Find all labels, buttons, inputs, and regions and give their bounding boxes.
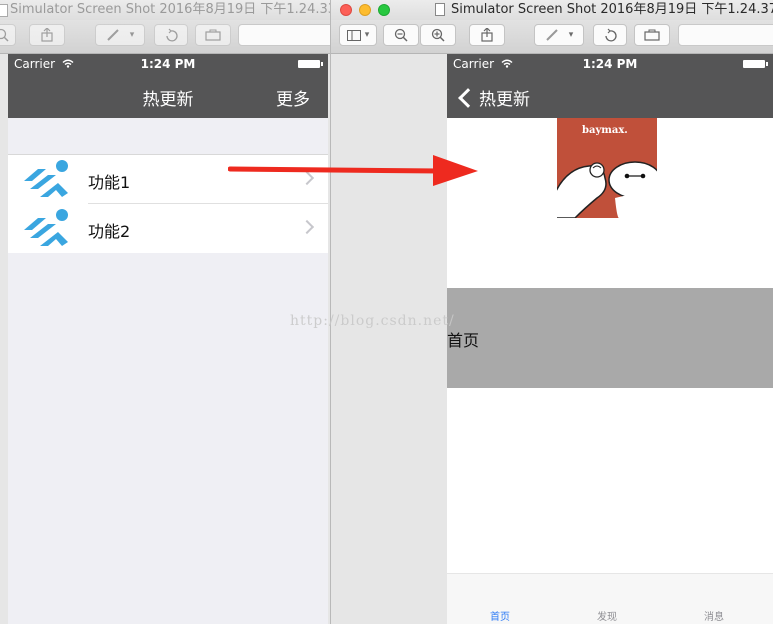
home-label: 首页 [447, 331, 480, 350]
tab-discover[interactable]: 发现 [597, 608, 617, 623]
status-bar: Carrier 1:24 PM [447, 54, 773, 74]
more-button[interactable]: 更多 [276, 85, 310, 110]
sidebar-button[interactable]: ▾ [339, 24, 377, 46]
sidebar-icon [346, 29, 361, 41]
document-icon [435, 3, 445, 16]
share-icon [41, 28, 53, 42]
chevron-down-icon: ▾ [568, 30, 574, 40]
tab-home[interactable]: 首页 [490, 608, 510, 623]
cell-label: 功能2 [88, 222, 131, 241]
back-button[interactable]: 热更新 [457, 85, 530, 110]
rotate-button[interactable] [154, 24, 188, 46]
tab-messages[interactable]: 消息 [704, 608, 724, 623]
status-bar: Carrier 1:24 PM [8, 54, 328, 74]
chevron-right-icon [299, 219, 315, 235]
cell-label: 功能1 [88, 173, 131, 192]
chevron-down-icon: ▾ [129, 30, 135, 40]
share-button[interactable] [29, 24, 65, 46]
titlebar-right: Simulator Screen Shot 2016年8月19日 下午1.24.… [331, 0, 773, 20]
home-view: 首页 [447, 288, 773, 388]
status-time: 1:24 PM [140, 57, 196, 71]
rotate-button[interactable] [593, 24, 627, 46]
markup-button[interactable]: ▾ [95, 24, 145, 46]
back-label: 热更新 [479, 90, 530, 110]
window-title: Simulator Screen Shot 2016年8月19日 下午1.24.… [451, 2, 773, 17]
zoom-in-icon [431, 28, 445, 42]
baymax-illustration [557, 161, 657, 218]
battery-icon [743, 60, 768, 68]
table-row-feature-2[interactable]: 功能2 [8, 204, 328, 253]
preview-window-left: Simulator Screen Shot 2016年8月19日 下午1.24.… [0, 0, 331, 624]
zoom-in-button[interactable] [420, 24, 456, 46]
window-title: Simulator Screen Shot 2016年8月19日 下午1.24.… [10, 2, 330, 17]
close-icon[interactable] [340, 4, 352, 16]
battery-icon [298, 60, 323, 68]
zoom-out-icon [394, 28, 408, 42]
zoom-in-button[interactable] [0, 24, 16, 46]
zoom-out-button[interactable] [383, 24, 419, 46]
search-field[interactable] [238, 24, 330, 46]
baymax-image: baymax. [557, 118, 657, 218]
share-button[interactable] [469, 24, 505, 46]
rotate-icon [605, 28, 617, 42]
pen-icon [107, 29, 119, 41]
preview-window-right: Simulator Screen Shot 2016年8月19日 下午1.24.… [331, 0, 773, 624]
share-icon [481, 28, 493, 42]
toolbox-button[interactable] [634, 24, 670, 46]
pen-icon [546, 29, 558, 41]
simulator-screen-right: Carrier 1:24 PM 热更新 baymax. 首页 首页 发现 消息 [447, 54, 773, 624]
simulator-screen-left: Carrier 1:24 PM 热更新 更多 功能1 功能2 [8, 54, 328, 624]
toolbox-button[interactable] [195, 24, 231, 46]
toolbar-left: ▾ [0, 20, 330, 54]
titlebar-left: Simulator Screen Shot 2016年8月19日 下午1.24.… [0, 0, 330, 20]
toolbox-icon [205, 29, 221, 41]
status-time: 1:24 PM [582, 57, 638, 71]
markup-button[interactable]: ▾ [534, 24, 584, 46]
toolbar-right: ▾ ▾ [331, 20, 773, 54]
zoom-in-icon [0, 28, 9, 42]
doc-icon [0, 4, 8, 17]
zoom-icon[interactable] [378, 4, 390, 16]
navigation-bar: 热更新 [447, 74, 773, 118]
annotation-arrow [228, 155, 478, 186]
toolbox-icon [644, 29, 660, 41]
chevron-down-icon: ▾ [364, 30, 370, 40]
navigation-bar: 热更新 更多 [8, 74, 328, 118]
feature-icon [24, 160, 68, 197]
tab-bar: 首页 发现 消息 [447, 573, 773, 624]
rotate-icon [166, 28, 178, 42]
minimize-icon[interactable] [359, 4, 371, 16]
search-field[interactable] [678, 24, 773, 46]
feature-icon [24, 209, 68, 246]
chevron-left-icon [458, 87, 478, 108]
watermark: http://blog.csdn.net/ [290, 313, 455, 329]
